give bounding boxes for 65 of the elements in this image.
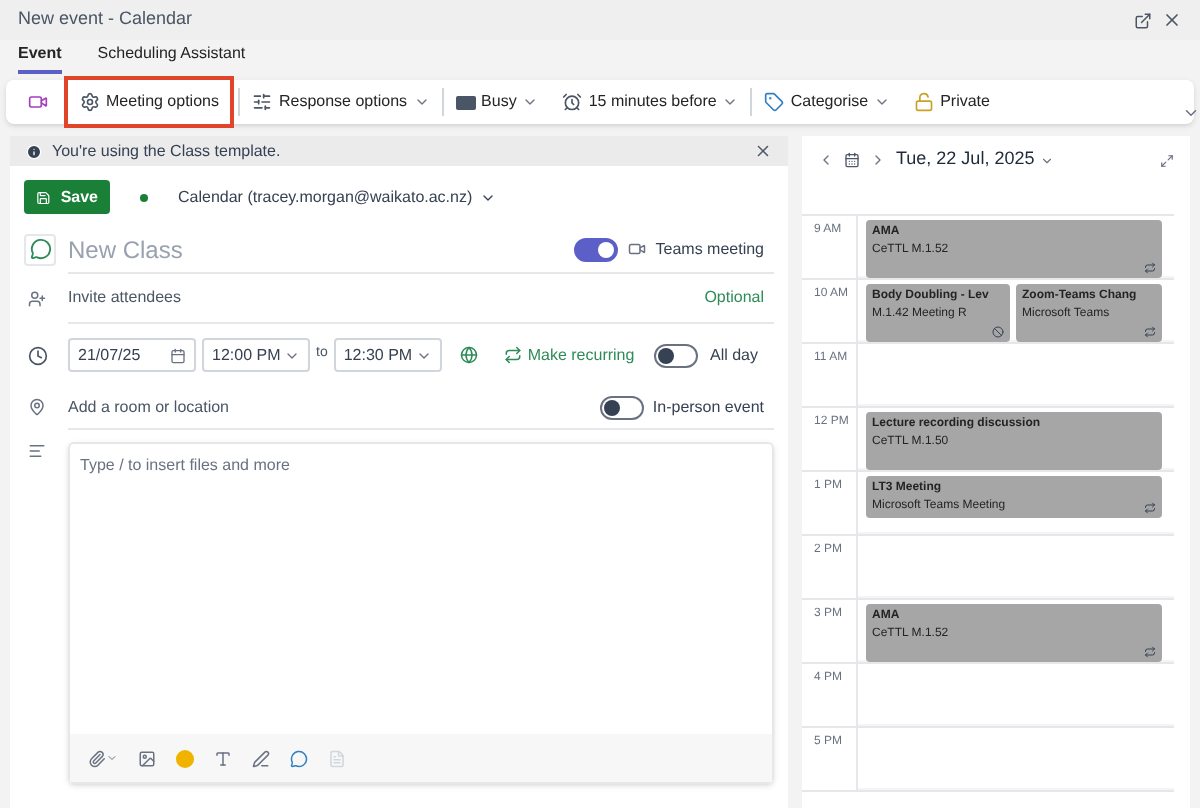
toolbar-button[interactable]: 15 minutes before [550,80,751,124]
caret-icon [1040,153,1055,167]
expand-icon[interactable] [1160,153,1174,167]
toolbar-button[interactable]: Response options [240,80,442,124]
make-recurring-button[interactable]: Make recurring [503,343,635,367]
lock-icon [914,92,935,112]
video-icon [627,240,646,258]
teams-toggle[interactable] [573,237,618,261]
end-time-field[interactable]: 12:30 PM [333,338,442,372]
tag-icon [764,92,785,112]
start-time-field[interactable]: 12:00 PM [202,338,310,372]
caret-icon [874,94,891,110]
pen-icon[interactable] [252,749,270,767]
sliders-icon [252,92,273,112]
toolbar-button[interactable]: Meeting options [64,76,235,128]
date-field[interactable]: 21/07/25 [68,338,196,372]
location-icon [28,398,46,416]
in-person-label: In-person event [652,395,764,419]
repeat-icon [503,346,522,364]
calendar-icon [170,347,186,363]
toolbar-button[interactable]: Private [902,80,1002,124]
today-icon[interactable] [844,152,860,168]
attach-icon[interactable] [88,749,106,767]
caret-icon [413,94,430,110]
caret-icon [522,94,539,110]
attendees-field[interactable]: Invite attendees [68,286,705,310]
tab[interactable]: Event [18,42,62,74]
toolbar-button[interactable]: Categorise [752,80,903,124]
clock-icon [28,345,48,365]
toolbar-button[interactable]: Busy [443,80,551,124]
format-icon[interactable] [214,749,232,767]
next-icon[interactable] [870,152,886,168]
tab[interactable]: Scheduling Assistant [97,42,246,74]
repeat-icon [1144,502,1156,514]
optional-link[interactable]: Optional [704,286,764,310]
save-icon [36,189,51,205]
video-icon [28,92,48,112]
info-icon [26,143,42,159]
gear-icon [80,92,100,112]
previous-icon[interactable] [818,152,834,168]
repeat-icon [1144,646,1156,658]
in-person-toggle[interactable] [600,395,645,419]
all-day-label: All day [709,343,758,367]
date-picker[interactable]: Tue, 22 Jul, 2025 [896,146,1055,174]
busy-icon [455,95,476,109]
pop-out-icon[interactable] [1134,11,1152,29]
alarm-icon [562,92,583,112]
close-icon[interactable] [1162,10,1182,30]
banner-text: You're using the Class template. [52,139,283,163]
caret-icon [722,94,739,110]
all-day-toggle[interactable] [653,343,698,367]
repeat-icon [1144,326,1156,338]
image-icon[interactable] [138,749,156,767]
body-editor[interactable]: Type / to insert files and more [68,442,774,784]
calendar-picker[interactable]: Calendar (tracey.morgan@waikato.ac.nz) [178,185,497,209]
teams-label: Teams meeting [655,237,764,261]
save-button[interactable]: Save [24,180,110,214]
notes-icon [28,442,46,460]
close-icon[interactable] [754,142,772,160]
attendees-icon [28,289,46,307]
location-field[interactable]: Add a room or location [68,395,601,419]
repeat-icon [1144,262,1156,274]
globe-icon[interactable] [459,346,478,364]
window-title: New event - Calendar [18,6,195,33]
body-placeholder: Type / to insert files and more [78,454,292,478]
